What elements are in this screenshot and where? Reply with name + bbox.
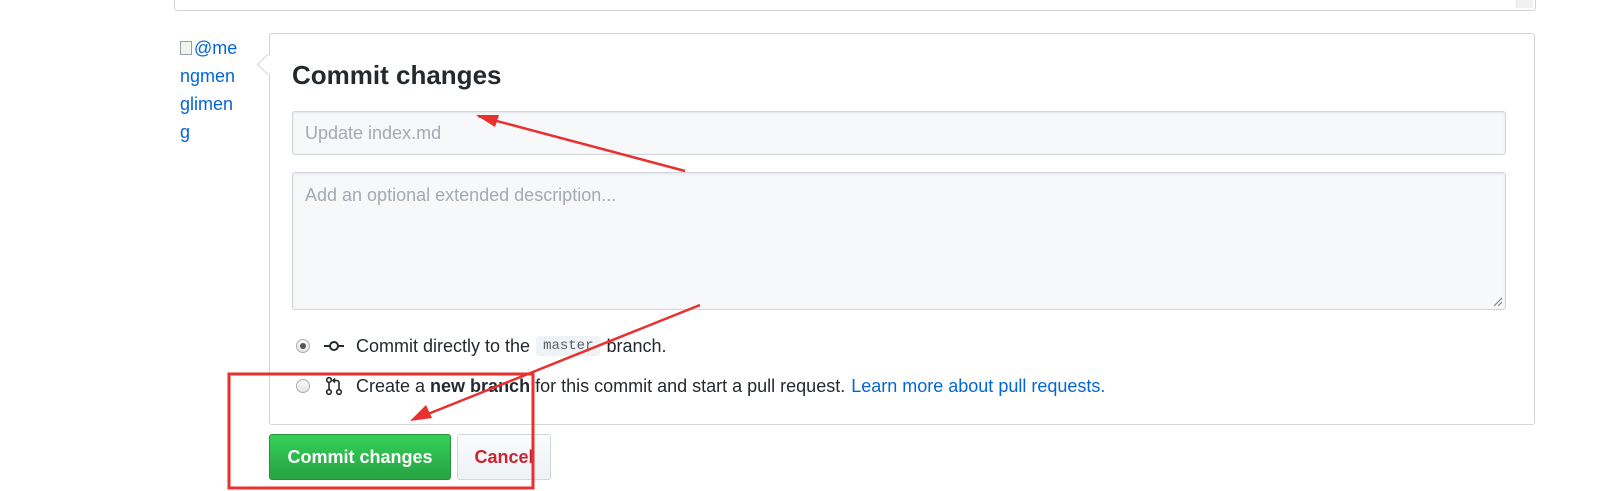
option-text: branch. [606,335,667,356]
new-branch-label: new branch [430,375,531,396]
editor-scrollbar[interactable] [1516,0,1533,8]
option-text: for this commit and start a pull request… [535,375,846,396]
git-commit-icon [324,341,344,351]
previous-editor-box [174,0,1536,11]
learn-more-link[interactable]: Learn more about pull requests. [851,376,1105,397]
commit-form-title: Commit changes [292,60,502,90]
option-text: Create a [356,375,426,396]
radio-new-branch[interactable] [296,379,310,393]
resize-handle-icon[interactable] [1492,296,1502,306]
option-text: Commit directly to the [356,335,531,356]
commit-changes-button[interactable]: Commit changes [269,434,451,480]
radio-commit-direct[interactable] [296,339,310,353]
option-new-branch[interactable]: Create a new branch for this commit and … [296,373,1105,399]
git-pull-request-icon [325,376,343,396]
avatar[interactable]: @mengmenglimeng [180,34,242,146]
option-commit-direct[interactable]: Commit directly to the master branch. [296,333,667,359]
cancel-button[interactable]: Cancel [457,434,551,480]
broken-image-icon [180,41,192,55]
commit-description-textarea[interactable] [292,172,1506,310]
commit-summary-input[interactable] [292,111,1506,155]
branch-name-badge: master [536,336,601,356]
